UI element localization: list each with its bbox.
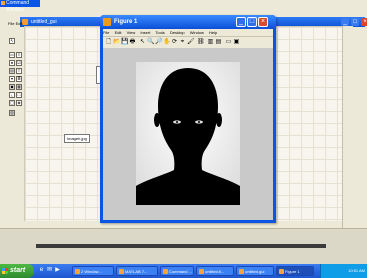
taskbar-item-command-label: Command ... [169,269,192,274]
figure-menu-edit[interactable]: Edit [115,30,122,35]
browser-quicklaunch-icon[interactable]: e [38,267,45,274]
open-file-icon[interactable]: 📂 [113,39,120,46]
media-quicklaunch-icon[interactable]: ▶ [54,267,61,274]
figure-menu-desktop[interactable]: Desktop [170,30,185,35]
taskbar-item-untitled-fig-label: untitled.fi... [205,269,225,274]
table-tool-icon[interactable]: ▦ [16,84,22,90]
figure-canvas[interactable] [103,48,273,220]
taskbar-item-untitled-fig[interactable]: untitled.fi... [196,266,234,276]
popup-menu-tool-icon[interactable]: ▾ [9,76,15,82]
guide-menubar: File Edit [8,21,24,28]
taskbar-item-figure1-label: Figure 1 [285,269,300,274]
figure-minimize-button[interactable]: _ [236,17,246,27]
link-plot-icon[interactable]: ⛓ [197,39,205,46]
new-figure-icon[interactable]: 🗋 [105,39,112,46]
figure-app-icon [103,18,111,26]
gui-task-icon [239,269,244,274]
guide-minimize-button[interactable]: _ [341,18,349,26]
button-group-tool-icon[interactable]: ▢ [9,100,15,106]
panel-tool-icon[interactable]: □ [16,92,22,98]
save-icon[interactable]: 💾 [121,39,128,46]
fig-task-icon [199,269,204,274]
layout-option-icon[interactable]: ▨ [9,110,15,116]
pan-icon[interactable]: ✋ [163,39,170,46]
activex-tool-icon[interactable]: ◈ [16,100,22,106]
select-tool-icon[interactable]: ↖ [9,38,15,44]
legend-icon[interactable]: ▤ [215,39,222,46]
figure-maximize-button[interactable]: □ [247,17,257,27]
radio-button-tool-icon[interactable]: ● [9,60,15,66]
clock[interactable]: 10:51 AM [348,268,365,273]
guide-static-text[interactable]: Imageh.jpg [64,134,90,143]
figure-task-icon [279,269,284,274]
brush-icon[interactable]: 🖌 [187,39,195,46]
data-cursor-icon[interactable]: ⌖ [179,39,186,46]
matlab-task-icon [119,269,124,274]
windows-logo-icon [2,268,8,274]
zoom-out-icon[interactable]: 🔎 [155,39,162,46]
colorbar-icon[interactable]: ▥ [207,39,214,46]
figure-menubar: File Edit View Insert Tools Desktop Wind… [103,29,273,36]
figure-menu-window[interactable]: Window [190,30,204,35]
edit-plot-icon[interactable]: ↖ [139,39,146,46]
slider-tool-icon[interactable]: ≡ [16,52,22,58]
folder-task-icon [75,269,80,274]
push-button-tool-icon[interactable]: ▭ [9,52,15,58]
email-quicklaunch-icon[interactable]: ✉ [46,267,53,274]
figure-title-text: Figure 1 [114,19,138,25]
figure-window[interactable]: Figure 1 _ □ × File Edit View Insert Too… [100,15,276,223]
checkbox-tool-icon[interactable]: ☑ [16,60,22,66]
taskbar-item-command[interactable]: Command ... [160,266,194,276]
figure-close-button[interactable]: × [258,17,268,27]
taskbar-item-untitled-gui[interactable]: untitled.gui [236,266,274,276]
guide-vertical-scrollbar[interactable] [342,26,353,228]
guide-menu-edit[interactable]: Edit [16,21,23,26]
rotate-3d-icon[interactable]: ⟳ [171,39,178,46]
taskbar-item-windows-label: 2 Window... [81,269,102,274]
taskbar: start e ✉ ▶ 2 Window... MATLAB 7... Comm… [0,264,367,278]
start-label: start [10,267,26,274]
listbox-tool-icon[interactable]: ≣ [16,76,22,82]
command-task-icon [163,269,168,274]
hide-plot-tools-icon[interactable]: ▭ [225,39,232,46]
figure-title-bar[interactable]: Figure 1 _ □ × [100,15,276,29]
guide-maximize-button[interactable]: □ [351,18,359,26]
head-silhouette-image [136,62,240,205]
print-icon[interactable]: 🖶 [129,39,136,46]
taskbar-item-matlab-label: MATLAB 7... [125,269,148,274]
guide-horizontal-scrollbar[interactable] [36,244,326,248]
guide-menu-file[interactable]: File [8,21,14,26]
figure-menu-insert[interactable]: Insert [140,30,150,35]
show-plot-tools-icon[interactable]: ▣ [233,39,240,46]
image-axes[interactable] [136,62,240,205]
figure-menu-tools[interactable]: Tools [155,30,164,35]
taskbar-item-windows[interactable]: 2 Window... [72,266,114,276]
axes-tool-icon[interactable]: ⌞ [9,92,15,98]
taskbar-item-matlab[interactable]: MATLAB 7... [116,266,158,276]
system-tray: 10:51 AM [320,264,367,278]
zoom-in-icon[interactable]: 🔍 [147,39,154,46]
figure-menu-help[interactable]: Help [209,30,217,35]
figure-menu-view[interactable]: View [127,30,136,35]
component-palette: ↖ ▭ ≡ ● ☑ ▤ T ▾ ≣ ▣ ▦ ⌞ □ ▢ ◈ ▨ [9,38,23,122]
figure-menu-file[interactable]: File [103,30,109,35]
taskbar-item-untitled-gui-label: untitled.gui [245,269,265,274]
taskbar-item-figure1[interactable]: Figure 1 [276,266,314,276]
toggle-button-tool-icon[interactable]: ▣ [9,84,15,90]
command-window-icon [1,1,5,5]
command-window-title[interactable]: Command Window [0,0,40,13]
guide-close-button[interactable]: × [361,18,367,26]
static-text-tool-icon[interactable]: T [16,68,22,74]
edit-text-tool-icon[interactable]: ▤ [9,68,15,74]
start-button[interactable]: start [0,264,34,278]
figure-toolbar: 🗋 📂 💾 🖶 ↖ 🔍 🔎 ✋ ⟳ ⌖ 🖌 ⛓ ▥ ▤ ▭ ▣ [103,36,273,48]
